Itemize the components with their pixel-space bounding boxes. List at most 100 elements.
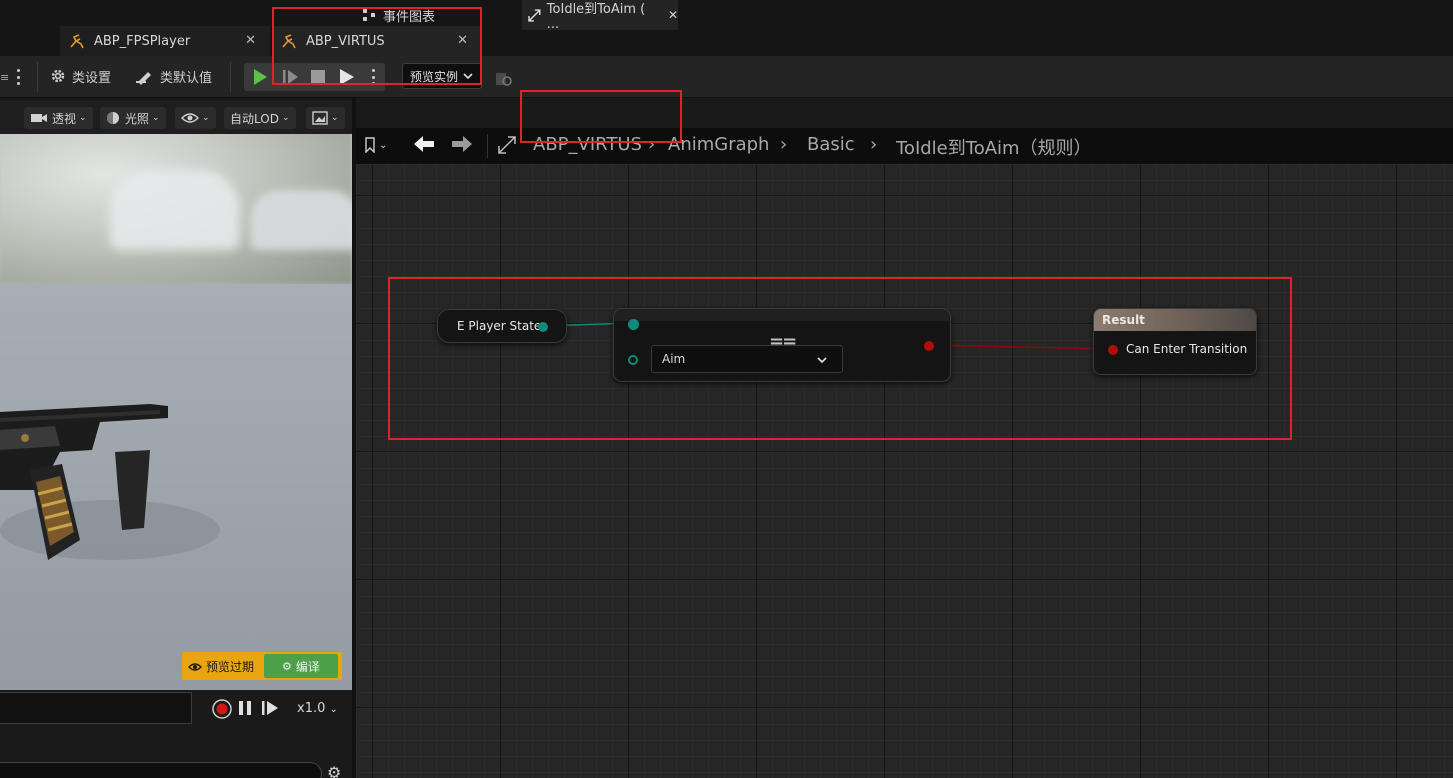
chevron-down-icon: ⌄ (331, 113, 339, 123)
player-state-node[interactable]: E Player State (437, 309, 567, 343)
collapsed-menu-icon[interactable]: ≡ (0, 64, 9, 90)
player-state-label: E Player State (457, 319, 542, 333)
preview-outdated-indicator: 预览过期 (188, 658, 254, 675)
transition-icon (498, 136, 516, 157)
node-header (614, 309, 950, 321)
simulate-icon (340, 69, 354, 85)
perspective-button[interactable]: 透视 ⌄ (24, 107, 93, 129)
camera-icon (31, 114, 47, 122)
pause-icon (239, 701, 251, 715)
breadcrumb-item[interactable]: ABP_VIRTUS (533, 134, 642, 155)
image-icon (312, 111, 328, 125)
auto-lod-button[interactable]: 自动LOD ⌄ (224, 107, 296, 129)
timeline-scrubber[interactable] (0, 692, 192, 724)
compile-button[interactable]: ⚙ 编译 (264, 654, 338, 678)
toolbar-divider (230, 62, 231, 92)
graph-tab-bar (356, 98, 1453, 128)
play-options-icon[interactable] (371, 64, 375, 90)
preview-viewport[interactable] (0, 100, 352, 690)
lighting-label: 光照 (125, 111, 150, 126)
stop-button[interactable] (310, 64, 326, 90)
chevron-down-icon: ⌄ (281, 113, 290, 123)
preview-instance-select[interactable]: 预览实例 (402, 63, 482, 89)
breadcrumb-item[interactable]: AnimGraph (668, 134, 769, 155)
step-forward-button[interactable] (261, 700, 279, 719)
class-settings-label: 类设置 (72, 70, 112, 86)
forward-button[interactable] (451, 135, 473, 156)
viewport-options-button[interactable]: ⌄ (306, 107, 345, 129)
breadcrumb-item[interactable]: ToIdle到ToAim（规则） (896, 134, 1092, 160)
tab-abp-virtus[interactable]: ABP_VIRTUS ✕ (272, 26, 482, 56)
tab-transition-rule[interactable]: ToIdle到ToAim ( ... ✕ (522, 0, 678, 32)
bookmark-icon (365, 137, 375, 153)
step-button[interactable] (281, 64, 299, 90)
chevron-right-icon: › (780, 134, 788, 155)
chevron-down-icon: ⌄ (152, 113, 160, 123)
enum-value: Aim (662, 352, 686, 366)
bookmark-button[interactable]: ⌄ (364, 137, 387, 153)
back-button[interactable] (413, 135, 435, 156)
class-defaults-label: 类默认值 (160, 70, 213, 86)
preview-outdated-label: 预览过期 (206, 660, 255, 674)
arrow-right-icon (452, 136, 472, 152)
lighting-button[interactable]: 光照 ⌄ (100, 107, 166, 129)
output-pin[interactable] (538, 322, 548, 332)
chevron-right-icon: › (648, 134, 656, 155)
gear-icon: ⚙ (282, 659, 292, 673)
chevron-right-icon: › (870, 134, 878, 155)
record-button[interactable] (212, 699, 232, 722)
close-icon[interactable]: ✕ (668, 8, 678, 22)
result-title: Result (1094, 309, 1256, 331)
chevron-down-icon: ⌄ (379, 139, 388, 151)
enum-dropdown[interactable]: Aim (651, 345, 843, 373)
playback-speed-label: x1.0 (297, 701, 326, 716)
tab-event-graph-label: 事件图表 (383, 9, 436, 25)
pause-button[interactable] (238, 700, 252, 719)
search-input[interactable] (0, 762, 322, 778)
main-toolbar (0, 56, 1453, 98)
gear-icon (51, 69, 65, 83)
weapon-model (0, 404, 220, 560)
result-pin-label: Can Enter Transition (1126, 342, 1248, 356)
show-flags-button[interactable]: ⌄ (175, 107, 216, 129)
auto-lod-label: 自动LOD (230, 111, 279, 126)
graph-icon (363, 9, 375, 21)
compile-label: 编译 (295, 659, 320, 674)
tab-transition-rule-label: ToIdle到ToAim ( ... (546, 2, 646, 32)
input-pin-a-fill (628, 319, 639, 330)
chevron-down-icon: ⌄ (202, 113, 210, 123)
debug-filter-icon[interactable] (494, 66, 514, 92)
step-icon (283, 70, 298, 84)
settings-gear-icon[interactable]: ⚙ (327, 763, 341, 778)
breadcrumb-item[interactable]: Basic (807, 134, 855, 155)
chevron-down-icon (817, 357, 827, 364)
tab-abp-fpsplayer[interactable]: ABP_FPSPlayer ✕ (60, 26, 270, 56)
perspective-label: 透视 (52, 111, 77, 126)
eye-icon (181, 113, 199, 123)
input-pin-b[interactable] (628, 355, 638, 365)
toolbar-divider (37, 62, 38, 92)
result-node[interactable]: Result Can Enter Transition (1093, 308, 1257, 375)
tab-label: ABP_FPSPlayer (94, 33, 191, 49)
step-forward-icon (262, 701, 278, 715)
close-icon[interactable]: ✕ (457, 33, 468, 48)
simulate-button[interactable] (338, 64, 356, 90)
anim-blueprint-icon (280, 32, 298, 50)
class-settings-button[interactable]: 类设置 (49, 63, 111, 89)
tab-label: ABP_VIRTUS (306, 33, 385, 49)
output-pin[interactable] (924, 341, 934, 351)
input-pin[interactable] (1108, 345, 1118, 355)
class-defaults-button[interactable]: 类默认值 (135, 63, 212, 89)
more-options-icon[interactable] (16, 64, 20, 90)
play-button[interactable] (251, 64, 269, 90)
playback-speed-select[interactable]: x1.0 ⌄ (297, 701, 338, 716)
chevron-down-icon: ⌄ (79, 113, 87, 123)
play-icon (254, 69, 267, 85)
graph-canvas[interactable] (356, 164, 1453, 778)
tab-event-graph[interactable]: 事件图表 (362, 0, 512, 30)
eye-icon (188, 662, 202, 671)
equal-node[interactable]: == Aim (613, 308, 951, 382)
transition-icon (528, 8, 541, 22)
preview-instance-label: 预览实例 (410, 69, 459, 84)
close-icon[interactable]: ✕ (245, 33, 256, 48)
